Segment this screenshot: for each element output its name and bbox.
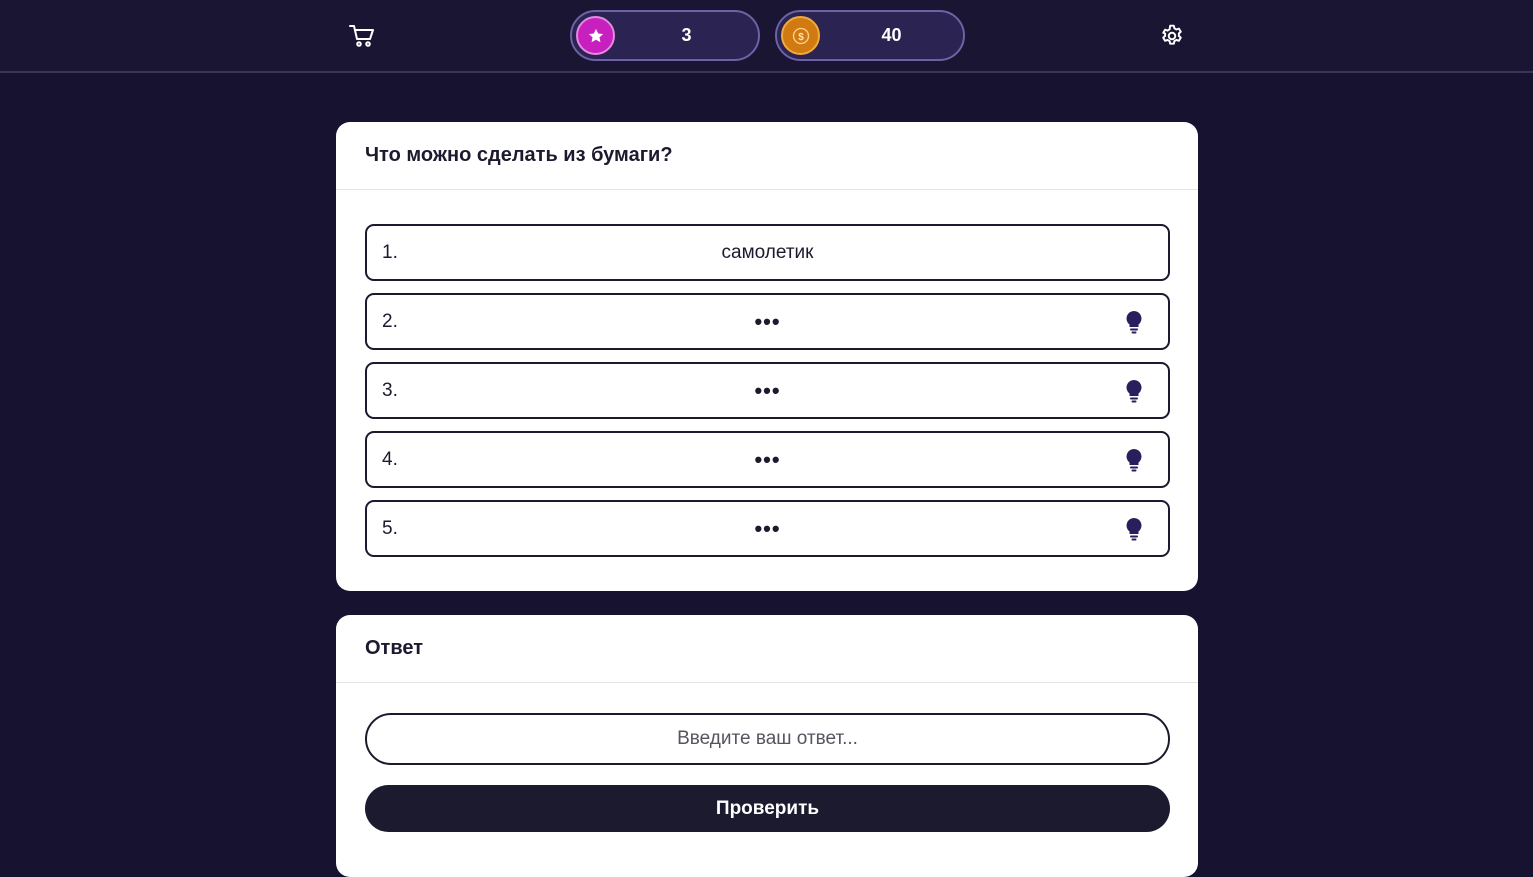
svg-text:$: $ bbox=[798, 31, 804, 42]
star-icon bbox=[576, 16, 615, 55]
hidden-answer: ••• bbox=[754, 377, 781, 403]
lightbulb-icon[interactable] bbox=[1123, 309, 1145, 335]
answer-row-3: 3. ••• bbox=[365, 362, 1170, 419]
hidden-answer: ••• bbox=[754, 308, 781, 334]
gear-icon[interactable] bbox=[1156, 20, 1188, 52]
coins-counter: $ 40 bbox=[775, 10, 965, 61]
answer-number: 5. bbox=[382, 517, 398, 539]
answer-card: Ответ Проверить bbox=[336, 615, 1198, 877]
hidden-answer: ••• bbox=[754, 515, 781, 541]
answer-row-4: 4. ••• bbox=[365, 431, 1170, 488]
answer-number: 4. bbox=[382, 448, 398, 470]
answer-row-1: 1. самолетик bbox=[365, 224, 1170, 281]
stars-counter: 3 bbox=[570, 10, 760, 61]
hidden-answer: ••• bbox=[754, 446, 781, 472]
top-bar: 3 $ 40 bbox=[0, 0, 1533, 73]
answer-text: самолетик bbox=[721, 241, 814, 263]
answer-input[interactable] bbox=[365, 713, 1170, 765]
lightbulb-icon[interactable] bbox=[1123, 516, 1145, 542]
lightbulb-icon[interactable] bbox=[1123, 378, 1145, 404]
answer-row-2: 2. ••• bbox=[365, 293, 1170, 350]
cart-icon[interactable] bbox=[346, 22, 378, 50]
coins-count: 40 bbox=[881, 25, 902, 45]
coin-icon: $ bbox=[781, 16, 820, 55]
answer-number: 3. bbox=[382, 379, 398, 401]
question-title: Что можно сделать из бумаги? bbox=[336, 122, 1198, 190]
lightbulb-icon[interactable] bbox=[1123, 447, 1145, 473]
answer-number: 2. bbox=[382, 310, 398, 332]
stars-count: 3 bbox=[681, 25, 692, 45]
answer-title: Ответ bbox=[336, 615, 1198, 683]
answer-number: 1. bbox=[382, 241, 398, 263]
answer-row-5: 5. ••• bbox=[365, 500, 1170, 557]
question-card: Что можно сделать из бумаги? 1. самолети… bbox=[336, 122, 1198, 591]
check-button[interactable]: Проверить bbox=[365, 785, 1170, 832]
